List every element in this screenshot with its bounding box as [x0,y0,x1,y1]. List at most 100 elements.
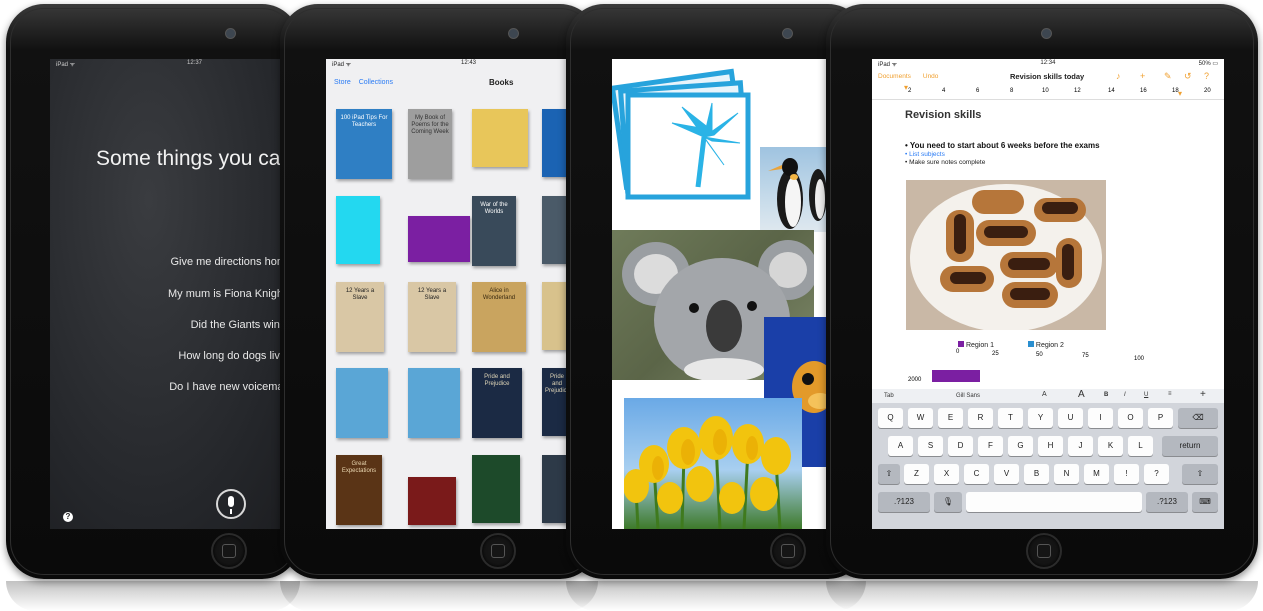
chocolate-eclairs-photo[interactable] [906,180,1106,330]
document-heading[interactable]: Revision skills [905,109,981,121]
key[interactable]: I [1088,408,1113,428]
siri-suggestion[interactable]: How long do dogs live [178,350,286,362]
key[interactable]: W [908,408,933,428]
key[interactable]: N [1054,464,1079,484]
siri-suggestion[interactable]: Did the Giants win? [191,319,286,331]
key[interactable]: X [934,464,959,484]
shift-key[interactable]: ⇧ [878,464,900,484]
key[interactable]: F [978,436,1003,456]
bullet-item[interactable]: • You need to start about 6 weeks before… [905,141,1100,150]
key[interactable]: C [964,464,989,484]
book-cover[interactable]: My Book of Poems for the Coming Week [408,109,452,179]
space-bar[interactable] [966,492,1142,512]
home-button[interactable] [480,533,516,569]
shift-key[interactable]: ⇧ [1182,464,1218,484]
help-icon[interactable]: ? [63,512,73,522]
microphone-icon[interactable] [216,489,246,519]
key[interactable]: A [888,436,913,456]
legend-swatch [1027,341,1034,347]
book-cover[interactable] [408,368,460,438]
add-icon[interactable]: + [1140,71,1145,81]
insert-button[interactable]: + [1200,389,1206,400]
key[interactable]: ! [1114,464,1139,484]
book-cover[interactable] [408,477,456,525]
book-cover[interactable]: 12 Years a Slave [408,282,456,352]
book-cover[interactable]: Alice in Wonderland [472,282,526,352]
key[interactable]: O [1118,408,1143,428]
bold-button[interactable]: B [1104,392,1108,398]
key[interactable]: B [1024,464,1049,484]
key[interactable]: D [948,436,973,456]
key[interactable]: Z [904,464,929,484]
font-selector[interactable]: Gill Sans [956,393,980,399]
share-icon[interactable]: ↺ [1184,71,1192,82]
key[interactable]: K [1098,436,1123,456]
store-button[interactable]: Store [334,79,351,86]
book-title: My Book of Poems for the Coming Week [411,115,449,135]
book-cover[interactable]: 12 Years a Slave [336,282,384,352]
numbers-key[interactable]: .?123 [1146,492,1188,512]
bullet-item[interactable]: • Make sure notes complete [905,159,985,166]
return-key[interactable]: return [1162,436,1218,456]
key[interactable]: V [994,464,1019,484]
key[interactable]: M [1084,464,1109,484]
book-cover[interactable]: Pride and Prejudice [472,368,522,438]
tab-marker-icon[interactable]: ▾ [1178,89,1182,98]
key[interactable]: J [1068,436,1093,456]
book-cover[interactable] [542,196,566,264]
book-cover[interactable] [472,109,528,167]
key[interactable]: R [968,408,993,428]
italic-button[interactable]: I [1124,392,1126,398]
book-cover[interactable] [336,196,380,264]
book-cover[interactable] [542,282,566,350]
help-icon[interactable]: ? [1204,71,1209,81]
bullet-item[interactable]: • List subjects [905,151,945,158]
siri-suggestion[interactable]: Give me directions hom [170,256,286,268]
siri-suggestion[interactable]: Do I have new voicemai [169,381,286,393]
key[interactable]: G [1008,436,1033,456]
key[interactable]: H [1038,436,1063,456]
book-cover[interactable] [472,455,520,523]
align-button[interactable]: ≡ [1168,391,1172,397]
dictation-key[interactable]: 🎙 [934,492,962,512]
tulips-photo[interactable] [624,398,802,529]
book-cover[interactable] [542,455,566,523]
book-cover[interactable]: War of the Worlds [472,196,516,266]
penguin-photo[interactable] [760,147,827,232]
tab-marker-icon[interactable]: ▾ [904,83,908,92]
tools-icon[interactable]: ✎ [1164,71,1172,82]
book-cover[interactable] [408,216,470,262]
home-button[interactable] [211,533,247,569]
key[interactable]: Q [878,408,903,428]
undo-button[interactable]: Undo [923,73,939,80]
collections-button[interactable]: Collections [359,79,393,86]
home-button[interactable] [1026,533,1062,569]
format-brush-icon[interactable]: ♪ [1116,71,1121,81]
chart-bar [932,370,980,382]
key[interactable]: S [918,436,943,456]
book-cover[interactable] [336,368,388,438]
key[interactable]: P [1148,408,1173,428]
font-smaller-button[interactable]: A [1042,391,1047,398]
iphoto-icon[interactable] [612,67,762,217]
key[interactable]: E [938,408,963,428]
book-cover[interactable]: Pride and Prejudice [542,368,566,436]
book-cover[interactable] [542,109,566,177]
underline-button[interactable]: U [1144,392,1148,398]
tab-key[interactable]: Tab [884,393,894,399]
book-cover[interactable]: Great Expectations [336,455,382,525]
key[interactable]: ? [1144,464,1169,484]
home-button[interactable] [770,533,806,569]
key[interactable]: L [1128,436,1153,456]
book-cover[interactable]: 100 iPad Tips For Teachers [336,109,392,179]
key[interactable]: T [998,408,1023,428]
hide-keyboard-key[interactable]: ⌨ [1192,492,1218,512]
key[interactable]: U [1058,408,1083,428]
font-larger-button[interactable]: A [1078,389,1085,400]
backspace-key[interactable]: ⌫ [1178,408,1218,428]
documents-button[interactable]: Documents [878,73,911,80]
numbers-key[interactable]: .?123 [878,492,930,512]
ruler[interactable]: 2 4 6 8 10 12 14 16 18 20 ▾ ▾ [872,83,1224,100]
siri-suggestion[interactable]: My mum is Fiona Knight [168,288,286,300]
key[interactable]: Y [1028,408,1053,428]
